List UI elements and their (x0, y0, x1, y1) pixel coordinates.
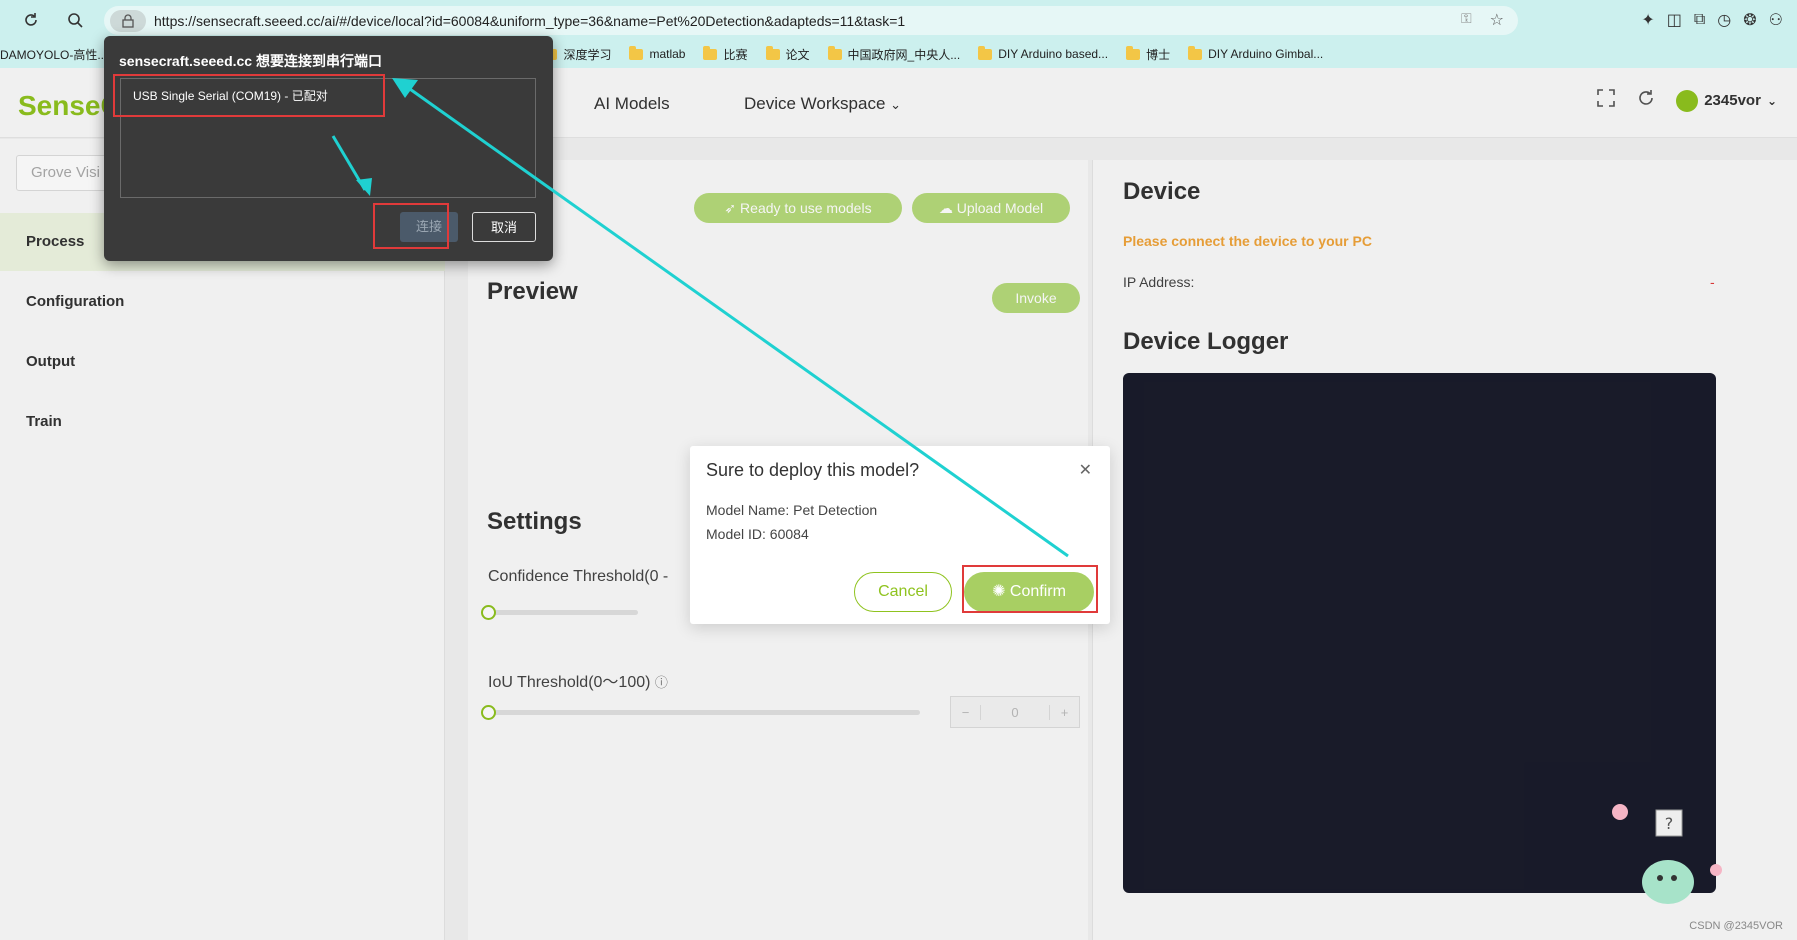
arrowhead-port (392, 78, 418, 98)
svg-text:?: ? (1665, 814, 1674, 833)
watermark: CSDN @2345VOR (1689, 920, 1783, 932)
cartoon-sticker: ? (1598, 790, 1730, 918)
arrow-to-port (399, 80, 1069, 558)
annotation-arrows (331, 78, 1069, 558)
arrowhead-connect (356, 178, 372, 196)
